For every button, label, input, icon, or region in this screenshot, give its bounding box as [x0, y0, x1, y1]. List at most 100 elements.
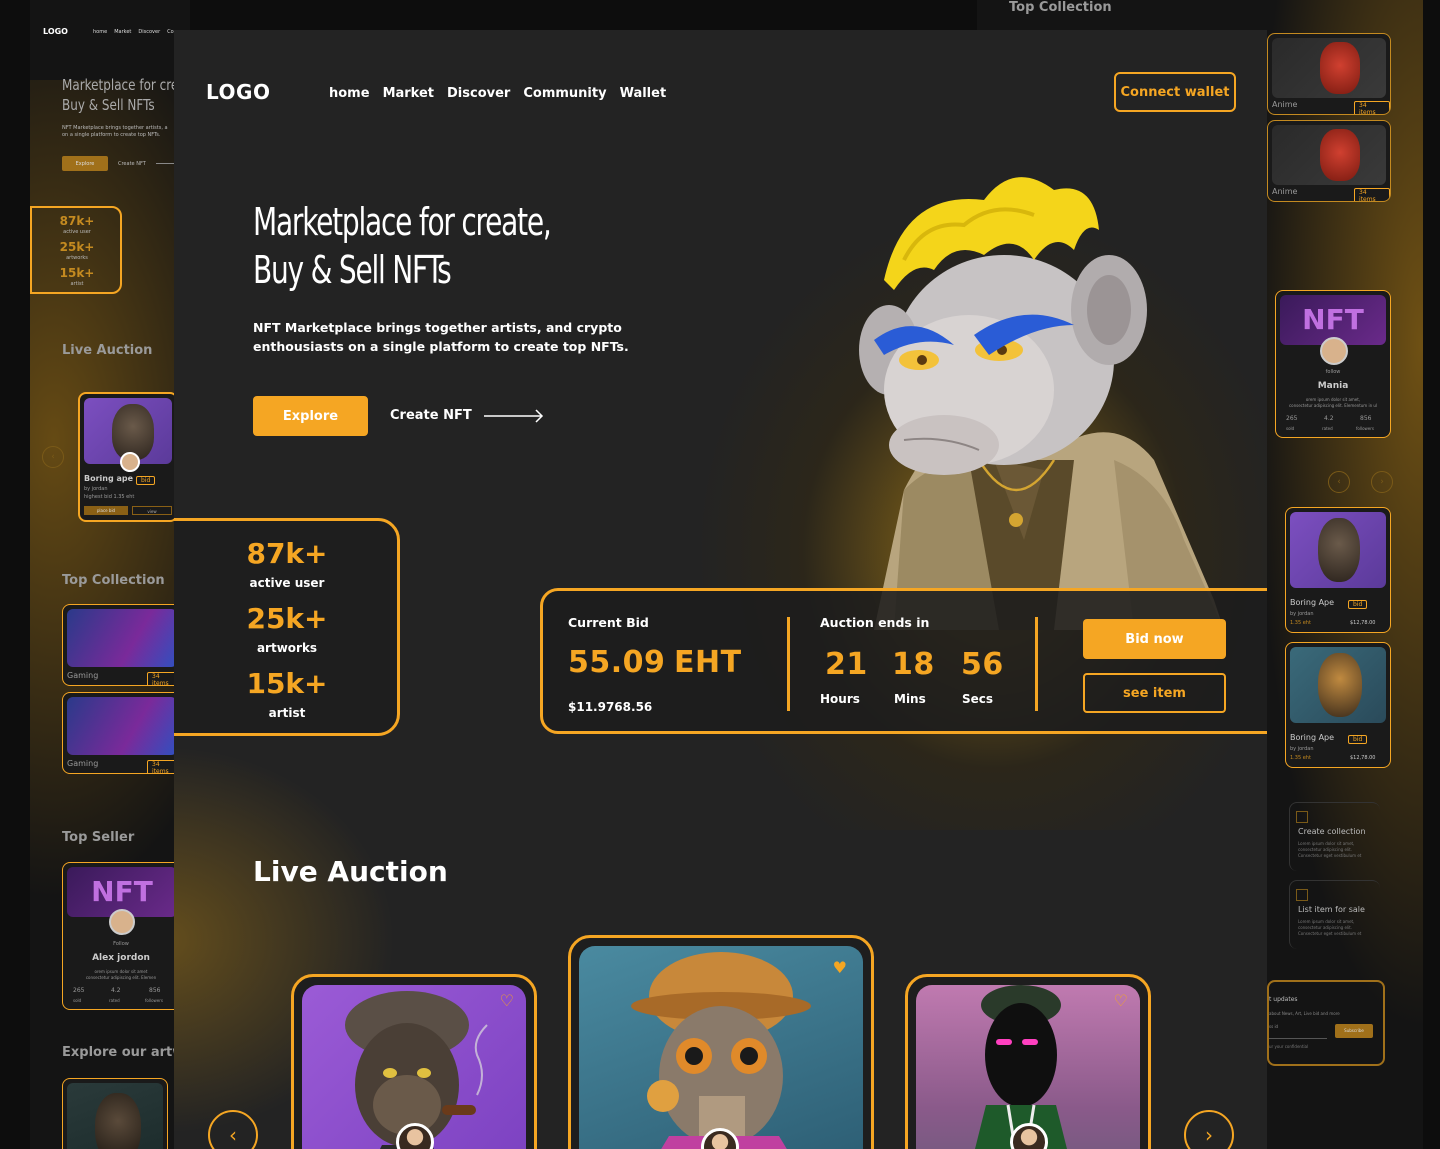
heart-icon[interactable]: ♡ — [1114, 991, 1128, 1010]
bg-updates-note: ur your confidential — [1269, 1044, 1309, 1049]
nav-market[interactable]: Market — [383, 86, 434, 101]
bg-collection-card: Gaming 34 items — [62, 604, 182, 686]
stat-label-artworks: artworks — [256, 641, 318, 655]
explore-button[interactable]: Explore — [253, 396, 368, 436]
bg-feature-desc: Consectetur eget vestibulum et — [1298, 853, 1362, 858]
countdown-mins: 18 — [892, 647, 935, 682]
chevron-right-icon: › — [1205, 1123, 1213, 1147]
connect-wallet-button[interactable]: Connect wallet — [1114, 72, 1236, 112]
bg-collection-card: Gaming 34 items — [62, 692, 182, 774]
bg-hero-title-2: Buy & Sell NFTs — [62, 96, 155, 114]
nav-home[interactable]: home — [329, 86, 370, 101]
bid-now-button[interactable]: Bid now — [1083, 619, 1226, 659]
bg-seller-stat: 4.2 — [1324, 415, 1334, 422]
bg-auction-card: Boring ape bid by jordan highest bid 1.3… — [78, 392, 178, 522]
stats-box: 87k+ active user 25k+ artworks 15k+ arti… — [174, 518, 400, 736]
heart-icon[interactable]: ♡ — [500, 991, 514, 1010]
bg-stat-value: 87k+ — [59, 214, 95, 228]
bg-seller-stat-label: rated — [109, 998, 120, 1003]
stat-label-active-users: active user — [249, 576, 325, 590]
bg-collection-items: 34 items — [1354, 101, 1390, 114]
bg-seller-stat-label: sold — [73, 998, 82, 1003]
bg-collection-name: Gaming — [67, 759, 99, 768]
bg-stat-value: 25k+ — [59, 240, 95, 254]
countdown-secs-label: Secs — [962, 692, 994, 706]
bg-live-auction-title: Live Auction — [62, 343, 153, 358]
auction-card[interactable]: ♡ — [905, 974, 1151, 1149]
auction-card-featured[interactable]: ♥ — [568, 935, 874, 1149]
bg-card-tag: bid — [1348, 735, 1368, 744]
see-item-button[interactable]: see item — [1083, 673, 1226, 713]
bg-seller-avatar — [1320, 337, 1348, 365]
main-nav: home Market Discover Community Wallet — [329, 86, 666, 101]
auction-ends-label: Auction ends in — [820, 615, 930, 630]
bg-seller-avatar — [109, 909, 135, 935]
nav-wallet[interactable]: Wallet — [620, 86, 667, 101]
bg-card-eht: 1.35 eht — [1290, 755, 1311, 761]
bg-card-tag: bid — [136, 476, 156, 485]
bg-seller-stat: 265 — [73, 987, 85, 994]
bg-nav-item: home — [93, 29, 108, 35]
bg-prev-icon: ‹ — [1328, 471, 1350, 493]
bg-card-by: by jordan — [84, 486, 108, 492]
bg-seller-stat-label: followers — [145, 998, 163, 1003]
bg-stat-label: artworks — [66, 255, 88, 261]
bg-anime-card: Anime 34 items — [1267, 33, 1391, 115]
bg-ape-image — [1290, 512, 1386, 588]
bg-card-name: Boring Ape — [1290, 733, 1335, 742]
bg-feature-title: Create collection — [1298, 827, 1366, 836]
bg-prev-icon: ‹ — [42, 446, 64, 468]
bg-subscribe-button: Subscribe — [1335, 1024, 1373, 1038]
bg-updates-desc: about News, Art, Live bid and more — [1269, 1011, 1340, 1016]
bg-nav: home Market Discover Co — [93, 29, 174, 35]
bg-create-link: Create NFT — [118, 161, 146, 167]
nav-community[interactable]: Community — [523, 86, 606, 101]
bg-card-by: by jordan — [1290, 746, 1314, 752]
stat-value-artists: 15k+ — [246, 667, 328, 700]
bg-collection-items: 34 items — [1354, 188, 1390, 201]
bg-seller-desc: orem ipsum dolor sit amet, — [1305, 397, 1361, 402]
hero-title-line1: Marketplace for create, — [253, 200, 552, 244]
bg-hero-sub-1: NFT Marketplace brings together artists,… — [62, 125, 168, 131]
bg-feature-title: List item for sale — [1298, 905, 1365, 914]
bg-ape-card: Boring Ape bid by jordan 1.35 eht $12,78… — [1285, 507, 1391, 633]
bg-card-tag: bid — [1348, 600, 1368, 609]
hero-title: Marketplace for create, Buy & Sell NFTs — [253, 198, 552, 294]
nav-discover[interactable]: Discover — [447, 86, 510, 101]
arrow-right-icon[interactable] — [484, 408, 546, 424]
carousel-next-button[interactable]: › — [1184, 1110, 1234, 1149]
bg-nav-item: Market — [114, 29, 132, 35]
bg-feature-desc: consectetur adipiscing elit. — [1298, 925, 1352, 930]
bg-top-collection-title-right: Top Collection — [1009, 0, 1112, 15]
bg-anime-image — [1272, 38, 1386, 98]
current-bid-panel: Current Bid 55.09 EHT $11.9768.56 Auctio… — [540, 588, 1267, 734]
live-auction-title: Live Auction — [253, 855, 448, 888]
bg-card-name: Boring Ape — [1290, 598, 1335, 607]
bg-nav-item: Discover — [138, 29, 161, 35]
create-nft-link[interactable]: Create NFT — [390, 408, 472, 423]
bg-seller-card-right: NFT follow Mania orem ipsum dolor sit am… — [1275, 290, 1391, 438]
heart-icon[interactable]: ♥ — [833, 958, 847, 977]
bg-feature-card: List item for sale Lorem ipsum dolor sit… — [1289, 880, 1380, 949]
current-bid-usd: $11.9768.56 — [568, 700, 653, 714]
bg-collection-name: Anime — [1272, 100, 1298, 109]
bg-seller-desc: consectetur adipiscing elit. Elementum i… — [1288, 403, 1378, 408]
auction-card[interactable]: ♡ — [291, 974, 537, 1149]
bg-feature-card: Create collection Lorem ipsum dolor sit … — [1289, 802, 1380, 871]
bg-arrow-line — [156, 163, 176, 164]
divider — [787, 617, 790, 711]
bg-seller-stat: 856 — [1360, 415, 1372, 422]
hero-subtitle: NFT Marketplace brings together artists,… — [253, 320, 629, 354]
bg-artwork-card — [62, 1078, 168, 1149]
bg-updates-box: t updates about News, Art, Live bid and … — [1267, 980, 1385, 1066]
bg-seller-follow: Follow — [113, 941, 129, 947]
bg-feature-desc: Consectetur eget vestibulum et — [1298, 931, 1362, 936]
bg-updates-title: t updates — [1269, 996, 1298, 1003]
bg-seller-desc: orem ipsum dolor sit amet — [94, 969, 148, 974]
stat-label-artists: artist — [268, 706, 306, 720]
bg-stats-box: 87k+ active user 25k+ artworks 15k+ arti… — [30, 206, 122, 294]
bg-explore-button: Explore — [62, 156, 108, 171]
bg-stat-value: 15k+ — [59, 266, 95, 280]
bg-card-btn: view — [132, 506, 172, 515]
logo[interactable]: LOGO — [206, 80, 270, 104]
